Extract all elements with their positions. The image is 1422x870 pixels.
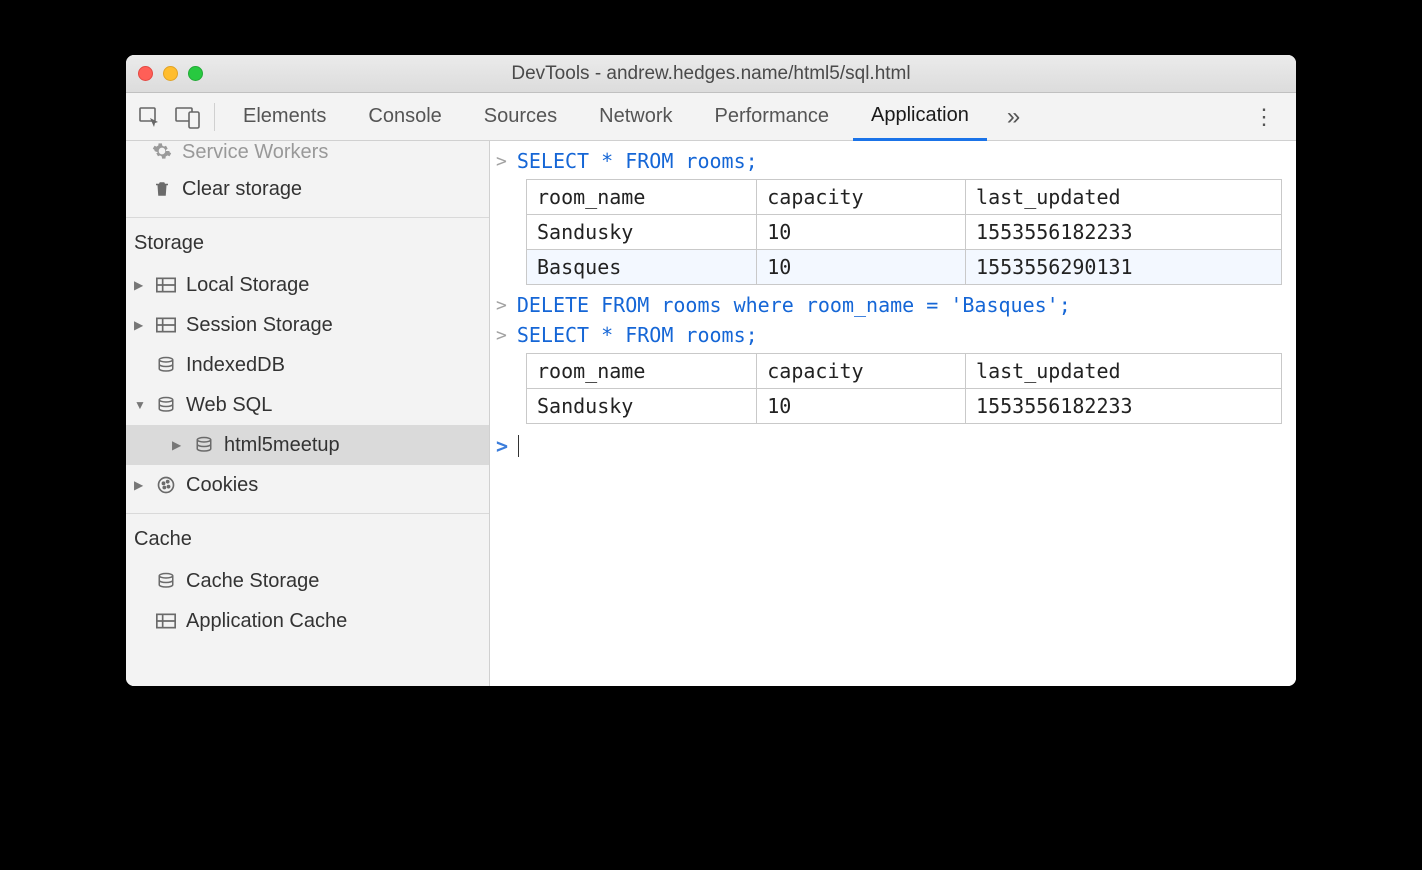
toolbar-separator	[214, 103, 215, 131]
sidebar-item-clear-storage[interactable]: Clear storage	[126, 169, 489, 209]
grid-icon	[154, 277, 178, 293]
tab-network[interactable]: Network	[581, 93, 690, 141]
sql-prompt[interactable]: >	[496, 432, 1288, 458]
devtools-window: DevTools - andrew.hedges.name/html5/sql.…	[126, 55, 1296, 686]
sidebar-item-application-cache[interactable]: Application Cache	[126, 601, 489, 641]
table-cell: 1553556290131	[966, 250, 1282, 285]
table-row: Sandusky 10 1553556182233	[527, 215, 1282, 250]
cookie-icon	[154, 475, 178, 495]
sidebar-label: Local Storage	[186, 274, 309, 297]
sidebar-label: Application Cache	[186, 610, 347, 633]
sidebar-label: Clear storage	[182, 178, 302, 201]
tabs-overflow-button[interactable]: »	[997, 103, 1030, 131]
table-cell: 1553556182233	[966, 389, 1282, 424]
trash-icon	[150, 179, 174, 199]
chevron-down-icon: ▼	[134, 398, 150, 412]
toggle-device-icon[interactable]	[172, 101, 204, 133]
content-area: Service Workers Clear storage Storage ▶ …	[126, 141, 1296, 686]
table-row: Sandusky 10 1553556182233	[527, 389, 1282, 424]
sql-query-text: DELETE FROM rooms where room_name = 'Bas…	[517, 293, 1071, 317]
tab-console[interactable]: Console	[350, 93, 459, 141]
chevron-icon: >	[496, 323, 507, 346]
sidebar-label: Cookies	[186, 474, 258, 497]
query-entry: > DELETE FROM rooms where room_name = 'B…	[496, 293, 1288, 317]
window-titlebar: DevTools - andrew.hedges.name/html5/sql.…	[126, 55, 1296, 93]
sql-query-text: SELECT * FROM rooms;	[517, 323, 758, 347]
table-header: capacity	[757, 180, 966, 215]
sidebar-label: Service Workers	[182, 141, 328, 164]
table-header-row: room_name capacity last_updated	[527, 180, 1282, 215]
sidebar-item-session-storage[interactable]: ▶ Session Storage	[126, 305, 489, 345]
table-header: room_name	[527, 354, 757, 389]
table-cell: Sandusky	[527, 389, 757, 424]
traffic-lights	[138, 66, 203, 81]
tab-application[interactable]: Application	[853, 93, 987, 141]
sidebar-item-websql[interactable]: ▼ Web SQL	[126, 385, 489, 425]
sidebar-label: Web SQL	[186, 394, 272, 417]
tab-elements[interactable]: Elements	[225, 93, 344, 141]
sidebar-item-indexeddb[interactable]: IndexedDB	[126, 345, 489, 385]
table-header: last_updated	[966, 180, 1282, 215]
table-cell: 10	[757, 250, 966, 285]
table-header-row: room_name capacity last_updated	[527, 354, 1282, 389]
grid-icon	[154, 317, 178, 333]
table-cell: Sandusky	[527, 215, 757, 250]
grid-icon	[154, 613, 178, 629]
sidebar-item-local-storage[interactable]: ▶ Local Storage	[126, 265, 489, 305]
inspect-element-icon[interactable]	[134, 101, 166, 133]
table-cell: 1553556182233	[966, 215, 1282, 250]
table-cell: Basques	[527, 250, 757, 285]
sql-console[interactable]: > SELECT * FROM rooms; room_name capacit…	[490, 141, 1296, 686]
sidebar-label: Cache Storage	[186, 570, 319, 593]
query-result-table: room_name capacity last_updated Sandusky…	[526, 353, 1282, 424]
sidebar-section-storage: Storage	[126, 217, 489, 265]
maximize-window-button[interactable]	[188, 66, 203, 81]
query-result-table: room_name capacity last_updated Sandusky…	[526, 179, 1282, 285]
sidebar-item-database-html5meetup[interactable]: ▶ html5meetup	[126, 425, 489, 465]
settings-menu-button[interactable]: ⋮	[1241, 104, 1288, 130]
chevron-icon: >	[496, 149, 507, 172]
sidebar-label: html5meetup	[224, 434, 340, 457]
tab-performance[interactable]: Performance	[697, 93, 848, 141]
database-icon	[192, 435, 216, 455]
chevron-icon: >	[496, 293, 507, 316]
table-header: last_updated	[966, 354, 1282, 389]
query-entry: > SELECT * FROM rooms;	[496, 323, 1288, 347]
sidebar-label: Session Storage	[186, 314, 333, 337]
tab-sources[interactable]: Sources	[466, 93, 575, 141]
sidebar-item-service-workers[interactable]: Service Workers	[126, 141, 489, 169]
table-cell: 10	[757, 215, 966, 250]
sidebar-section-cache: Cache	[126, 513, 489, 561]
devtools-toolbar: Elements Console Sources Network Perform…	[126, 93, 1296, 141]
database-icon	[154, 355, 178, 375]
chevron-right-icon: ▶	[134, 478, 150, 492]
sql-input[interactable]	[518, 432, 519, 457]
chevron-right-icon: ▶	[134, 278, 150, 292]
minimize-window-button[interactable]	[163, 66, 178, 81]
table-header: capacity	[757, 354, 966, 389]
query-entry: > SELECT * FROM rooms;	[496, 149, 1288, 173]
sql-query-text: SELECT * FROM rooms;	[517, 149, 758, 173]
table-header: room_name	[527, 180, 757, 215]
chevron-right-icon: ▶	[134, 318, 150, 332]
window-title: DevTools - andrew.hedges.name/html5/sql.…	[126, 63, 1296, 85]
table-cell: 10	[757, 389, 966, 424]
text-caret	[518, 435, 519, 457]
sidebar-label: IndexedDB	[186, 354, 285, 377]
database-icon	[154, 571, 178, 591]
database-icon	[154, 395, 178, 415]
application-sidebar: Service Workers Clear storage Storage ▶ …	[126, 141, 490, 686]
sidebar-item-cookies[interactable]: ▶ Cookies	[126, 465, 489, 505]
sidebar-item-cache-storage[interactable]: Cache Storage	[126, 561, 489, 601]
prompt-chevron-icon: >	[496, 432, 508, 458]
table-row: Basques 10 1553556290131	[527, 250, 1282, 285]
chevron-right-icon: ▶	[172, 438, 188, 452]
close-window-button[interactable]	[138, 66, 153, 81]
gear-icon	[150, 141, 174, 161]
